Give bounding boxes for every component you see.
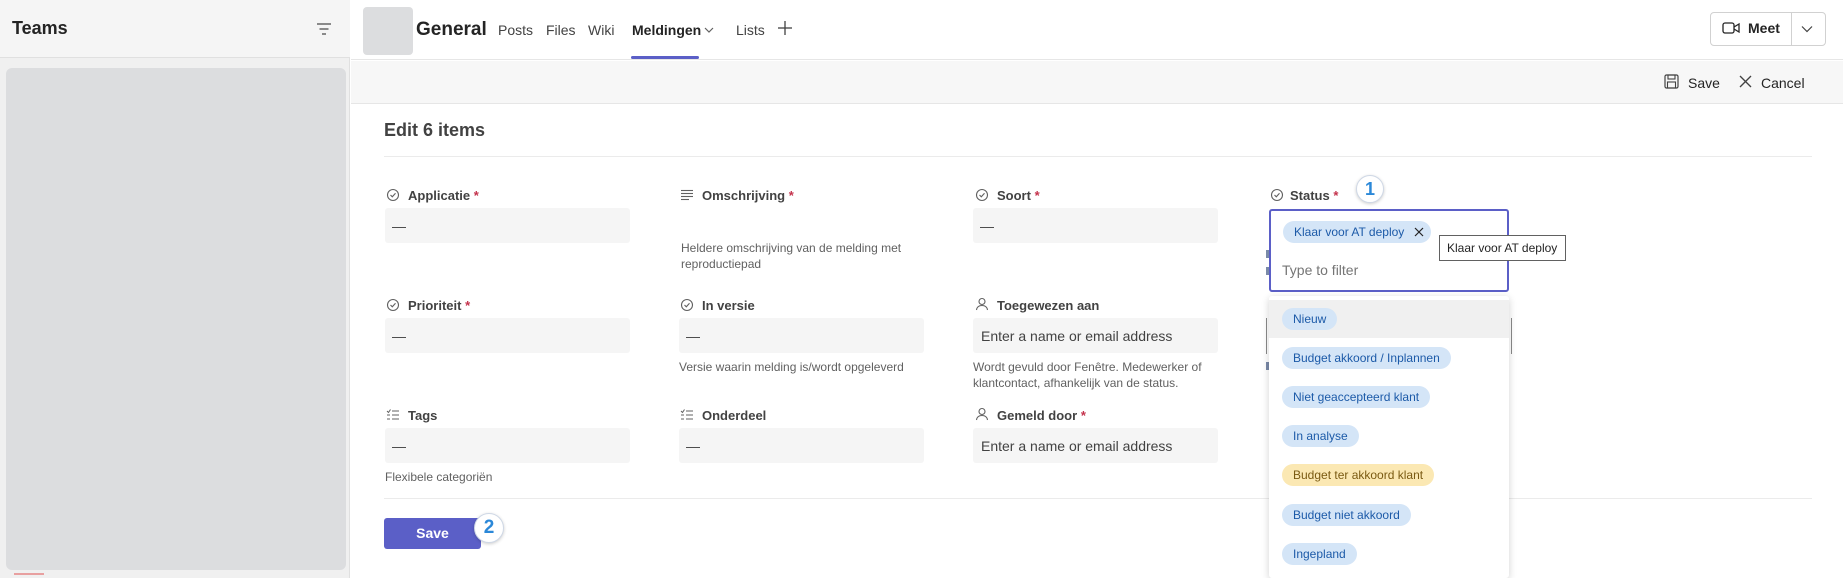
tab-meldingen[interactable]: Meldingen: [632, 22, 701, 38]
channel-name: General: [416, 19, 487, 40]
choice-field-icon: [386, 298, 400, 312]
field-label-gemeld-door: Gemeld door *: [997, 408, 1086, 423]
in-versie-field[interactable]: [679, 318, 924, 353]
field-label-tags: Tags: [408, 408, 438, 423]
field-label-in-versie: In versie: [702, 298, 755, 313]
add-tab-icon[interactable]: [776, 19, 794, 37]
form-divider: [384, 156, 1812, 157]
applicatie-value: —: [392, 218, 406, 234]
choice-field-icon: [386, 188, 400, 202]
status-option[interactable]: Budget ter akkoord klant: [1282, 464, 1435, 486]
meet-label[interactable]: Meet: [1748, 20, 1780, 36]
command-bar: [351, 61, 1843, 104]
onderdeel-value: —: [686, 438, 700, 454]
toegewezen-aan-placeholder[interactable]: Enter a name or email address: [981, 328, 1172, 344]
prioriteit-value: —: [392, 328, 406, 344]
save-button[interactable]: Save: [384, 518, 481, 549]
in-versie-value: —: [686, 328, 700, 344]
callout-badge-2: 2: [474, 513, 504, 543]
multi-choice-icon: [386, 409, 399, 420]
omschrijving-help: Heldere omschrijving van de melding met …: [681, 241, 902, 271]
toegewezen-aan-help: Wordt gevuld door Fenêtre. Medewerker of…: [973, 360, 1202, 390]
soort-field[interactable]: [973, 208, 1218, 243]
sidebar-title: Teams: [12, 18, 68, 38]
status-filter-input[interactable]: [1282, 262, 1492, 278]
filter-icon[interactable]: [314, 19, 334, 39]
tab-lists[interactable]: Lists: [736, 22, 765, 38]
field-label-onderdeel: Onderdeel: [702, 408, 767, 423]
active-tab-indicator: [631, 56, 699, 59]
remove-icon[interactable]: [1414, 227, 1424, 237]
chevron-down-icon[interactable]: [704, 26, 714, 34]
form-title: Edit 6 items: [384, 120, 486, 140]
tab-wiki[interactable]: Wiki: [588, 22, 614, 38]
tab-posts[interactable]: Posts: [498, 22, 533, 38]
tags-help: Flexibele categoriën: [385, 470, 493, 484]
tab-files[interactable]: Files: [546, 22, 576, 38]
status-option[interactable]: Nieuw: [1282, 308, 1338, 330]
callout-badge-1: 1: [1356, 175, 1384, 203]
in-versie-help: Versie waarin melding is/wordt opgelever…: [679, 360, 904, 374]
save-icon[interactable]: [1664, 74, 1679, 89]
close-icon[interactable]: [1739, 75, 1752, 88]
prioriteit-field[interactable]: [385, 318, 630, 353]
form-footer-divider: [384, 498, 1812, 499]
field-label-soort: Soort *: [997, 188, 1040, 203]
hidden-field-edge: [1509, 318, 1512, 354]
field-label-omschrijving: Omschrijving *: [702, 188, 794, 203]
command-save-button[interactable]: Save: [1688, 75, 1720, 91]
choice-field-icon: [1270, 188, 1284, 202]
multiline-text-icon: [681, 189, 693, 201]
tooltip: Klaar voor AT deploy: [1439, 235, 1566, 261]
video-camera-icon: [1722, 22, 1740, 34]
choice-field-icon: [680, 298, 694, 312]
tags-value: —: [392, 438, 406, 454]
channel-avatar: [363, 7, 413, 55]
multi-choice-icon: [680, 409, 693, 420]
gemeld-door-placeholder[interactable]: Enter a name or email address: [981, 438, 1172, 454]
status-option[interactable]: Ingepland: [1282, 543, 1357, 565]
field-label-status: Status *: [1290, 188, 1339, 203]
chevron-down-icon[interactable]: [1801, 25, 1813, 33]
field-label-toegewezen-aan: Toegewezen aan: [997, 298, 1100, 313]
tags-field[interactable]: [385, 428, 630, 463]
field-label-prioriteit: Prioriteit *: [408, 298, 471, 313]
choice-field-icon: [975, 188, 989, 202]
person-icon: [975, 297, 989, 311]
status-option[interactable]: In analyse: [1282, 425, 1359, 447]
soort-value: —: [980, 218, 994, 234]
status-selected-label: Klaar voor AT deploy: [1294, 225, 1405, 239]
meet-divider: [1791, 13, 1792, 45]
applicatie-field[interactable]: [385, 208, 630, 243]
sidebar-bottom-mark: [14, 573, 44, 575]
person-icon: [975, 407, 989, 421]
field-label-applicatie: Applicatie *: [408, 188, 479, 203]
status-option[interactable]: Niet geaccepteerd klant: [1282, 386, 1431, 408]
status-option[interactable]: Budget akkoord / Inplannen: [1282, 347, 1451, 369]
status-option[interactable]: Budget niet akkoord: [1282, 504, 1411, 526]
onderdeel-field[interactable]: [679, 428, 924, 463]
teams-list-placeholder: [6, 68, 346, 570]
command-cancel-button[interactable]: Cancel: [1761, 75, 1805, 91]
